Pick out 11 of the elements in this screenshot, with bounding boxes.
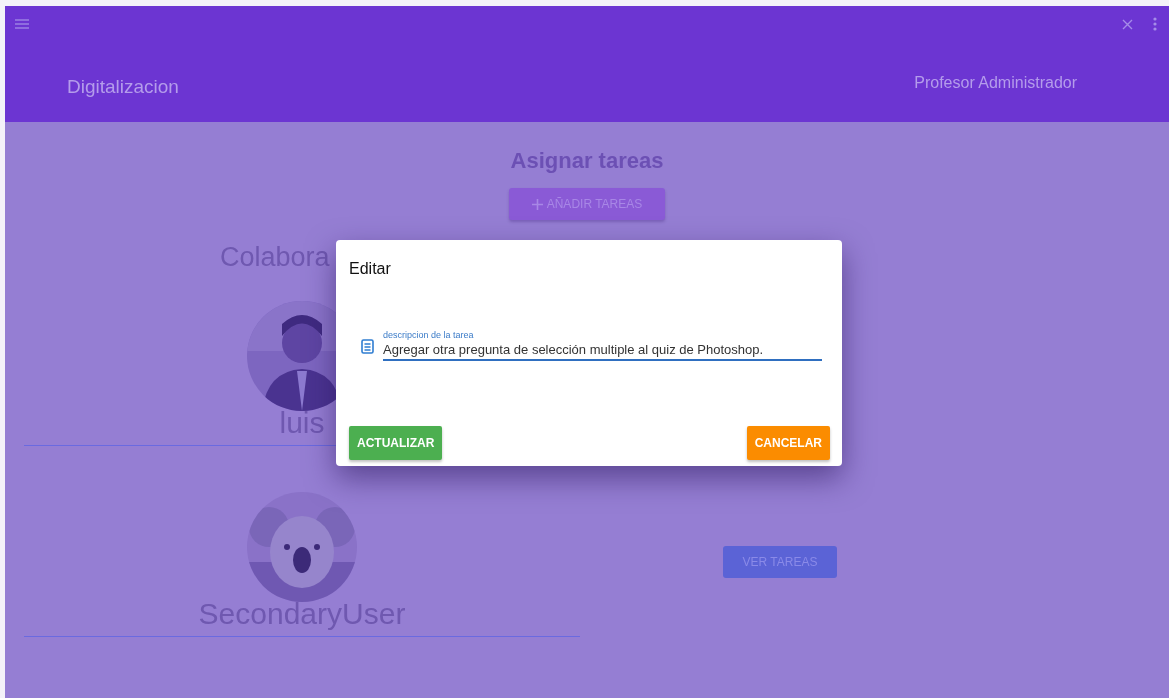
close-icon[interactable] [1122,18,1133,30]
document-icon [361,339,374,354]
cancel-button[interactable]: CANCELAR [746,426,830,460]
user-name: Profesor Administrador [914,74,1077,92]
menu-icon[interactable] [15,18,29,30]
plus-icon [531,198,543,210]
input-field[interactable]: descripcion de la tarea Agregar otra pregunta de selección multiple al quiz de Photoshop. [383,330,822,361]
more-icon[interactable] [1153,17,1157,31]
update-button[interactable]: ACTUALIZAR [349,426,443,460]
dialog-title: Editar [349,260,392,278]
app-title: Digitalizacion [67,75,179,98]
